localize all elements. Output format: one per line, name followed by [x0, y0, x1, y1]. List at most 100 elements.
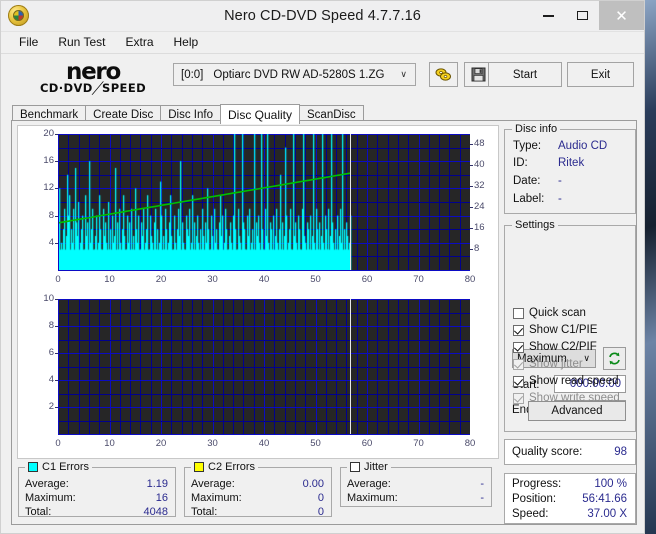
grid-line-h — [58, 353, 470, 354]
axis-line-left — [58, 299, 59, 434]
menu-item-extra[interactable]: Extra — [116, 33, 162, 52]
maximize-button[interactable] — [565, 1, 599, 30]
x-axis-tick-label: 40 — [258, 274, 270, 285]
disc-quality-panel: 4 8 12 16 20 8 16 24 32 40 48 0 10 20 30 40 50 60 70 80 246… — [11, 120, 637, 525]
y2-axis-tick — [470, 165, 473, 166]
c2-average-value: 0.00 — [302, 478, 324, 490]
refresh-arrows-icon — [609, 352, 620, 365]
tab-disc-quality[interactable]: Disc Quality — [220, 104, 301, 124]
c2-color-swatch — [194, 462, 204, 472]
y-axis-tick-label: 8 — [48, 209, 54, 221]
y2-axis-tick-label: 48 — [474, 138, 485, 150]
x-axis-tick-label: 20 — [155, 274, 167, 285]
disc-info-group: Disc info Type: Audio CD ID: Ritek Date:… — [504, 123, 636, 214]
grid-line-h — [58, 407, 470, 408]
minimize-icon — [542, 14, 554, 17]
speed-value: 37.00 X — [587, 508, 627, 520]
c1-errors-chart[interactable]: 4 8 12 16 20 8 16 24 32 40 48 0 10 20 30 40 50 60 70 80 — [18, 126, 500, 294]
x-axis-tick-label: 30 — [207, 274, 218, 285]
c1-maximum-key: Maximum: — [25, 492, 76, 504]
y2-axis-tick — [470, 228, 473, 229]
logo-line-nero: nero — [66, 58, 121, 85]
progress-label: Progress: — [512, 478, 562, 490]
toolbar: nero CD·DVD╱SPEED [0:0] Optiarc DVD RW A… — [1, 53, 644, 101]
legend-row: C1 Errors Average: 1.19 Maximum: 16 Tota… — [18, 461, 496, 519]
nero-logo: nero CD·DVD╱SPEED — [13, 58, 173, 95]
axis-line-left — [58, 134, 59, 270]
disc-label-key: Label: — [513, 193, 545, 205]
advanced-button[interactable]: Advanced — [528, 401, 626, 421]
checkbox-box — [513, 341, 524, 353]
grid-line-h — [58, 326, 470, 327]
start-button[interactable]: Start — [488, 62, 562, 87]
drive-select[interactable]: [0:0] Optiarc DVD RW AD-5280S 1.ZG ∨ — [173, 63, 416, 86]
menu-item-file[interactable]: File — [10, 33, 47, 52]
settings-title: Settings — [512, 219, 558, 231]
y-axis-tick-label: 16 — [43, 155, 54, 167]
c1-errors-legend-label: C1 Errors — [42, 461, 90, 473]
jitter-average-value: - — [480, 478, 484, 490]
y2-axis-tick — [470, 207, 473, 208]
disc-label-value: - — [558, 193, 562, 205]
y2-axis-tick-label: 40 — [474, 159, 485, 171]
quality-score-label: Quality score: — [512, 446, 583, 458]
checkbox-label: Show jitter — [529, 358, 583, 370]
menu-item-run-test[interactable]: Run Test — [49, 33, 114, 52]
disc-speed-button[interactable] — [429, 62, 458, 87]
read-speed-line — [58, 172, 351, 224]
x-axis-tick-label: 0 — [55, 274, 61, 285]
close-button[interactable]: ✕ — [599, 1, 644, 30]
jitter-legend-label: Jitter — [364, 461, 388, 473]
x-axis-tick-label: 10 — [104, 438, 115, 449]
refresh-button[interactable] — [603, 347, 626, 370]
x-axis-tick-label: 30 — [207, 438, 218, 449]
quality-score-value: 98 — [614, 446, 627, 458]
c1-total-key: Total: — [25, 506, 52, 518]
checkbox-show-read-speed[interactable]: Show read speed — [513, 375, 619, 387]
checkbox-show-c1-pie[interactable]: Show C1/PIE — [513, 324, 597, 336]
charts-container: 4 8 12 16 20 8 16 24 32 40 48 0 10 20 30 40 50 60 70 80 246… — [17, 125, 499, 459]
checkbox-label: Show read speed — [529, 375, 619, 387]
checkbox-box — [513, 392, 524, 404]
drive-name-label: Optiarc DVD RW AD-5280S 1.ZG — [213, 68, 385, 81]
y2-axis-tick-label: 24 — [474, 201, 485, 213]
c1-average-key: Average: — [25, 478, 69, 490]
logo-line-cddvdspeed: CD·DVD╱SPEED — [13, 80, 173, 95]
y-axis-tick-label: 12 — [43, 182, 54, 194]
y2-axis-tick — [470, 186, 473, 187]
logo-cddvd: CD·DVD — [39, 80, 93, 95]
c1-color-swatch — [28, 462, 38, 472]
nero-disc-icon — [8, 5, 29, 26]
chevron-down-icon: ∨ — [583, 353, 590, 363]
grid-line-h — [58, 380, 470, 381]
c2-errors-legend-label: C2 Errors — [208, 461, 256, 473]
y2-axis-tick-label: 8 — [474, 243, 480, 255]
disc-info-title: Disc info — [512, 123, 561, 135]
progress-value: 100 % — [594, 478, 627, 490]
grid-line-h — [58, 340, 470, 341]
right-column: Disc info Type: Audio CD ID: Ritek Date:… — [504, 121, 636, 524]
y-axis-tick-label: 4 — [48, 236, 54, 248]
c2-average-key: Average: — [191, 478, 235, 490]
grid-line-h — [58, 394, 470, 395]
c1-errors-legend-title: C1 Errors — [25, 461, 93, 473]
y-axis-tick-label: 6 — [48, 347, 54, 358]
x-axis-tick-label: 10 — [104, 274, 115, 285]
exit-button[interactable]: Exit — [567, 62, 634, 87]
checkbox-quick-scan[interactable]: Quick scan — [513, 307, 586, 319]
c2-errors-chart[interactable]: 2 4 6 8 10 0 10 20 30 40 50 60 70 80 — [18, 291, 500, 461]
checkbox-show-c2-pif[interactable]: Show C2/PIF — [513, 341, 597, 353]
c2-maximum-value: 0 — [317, 492, 324, 504]
plot-area — [58, 299, 470, 434]
cursor-line — [350, 299, 351, 434]
y-axis-tick-label: 8 — [48, 320, 54, 331]
jitter-maximum-value: - — [480, 492, 484, 504]
minimize-button[interactable] — [531, 1, 565, 30]
disc-type-value: Audio CD — [558, 140, 608, 152]
grid-line-h — [58, 299, 470, 300]
x-axis-tick-label: 50 — [310, 438, 321, 449]
maximize-icon — [576, 11, 588, 20]
menu-item-help[interactable]: Help — [165, 33, 208, 52]
disc-speed-icon — [435, 68, 451, 81]
y-axis-tick-label: 20 — [43, 128, 54, 139]
